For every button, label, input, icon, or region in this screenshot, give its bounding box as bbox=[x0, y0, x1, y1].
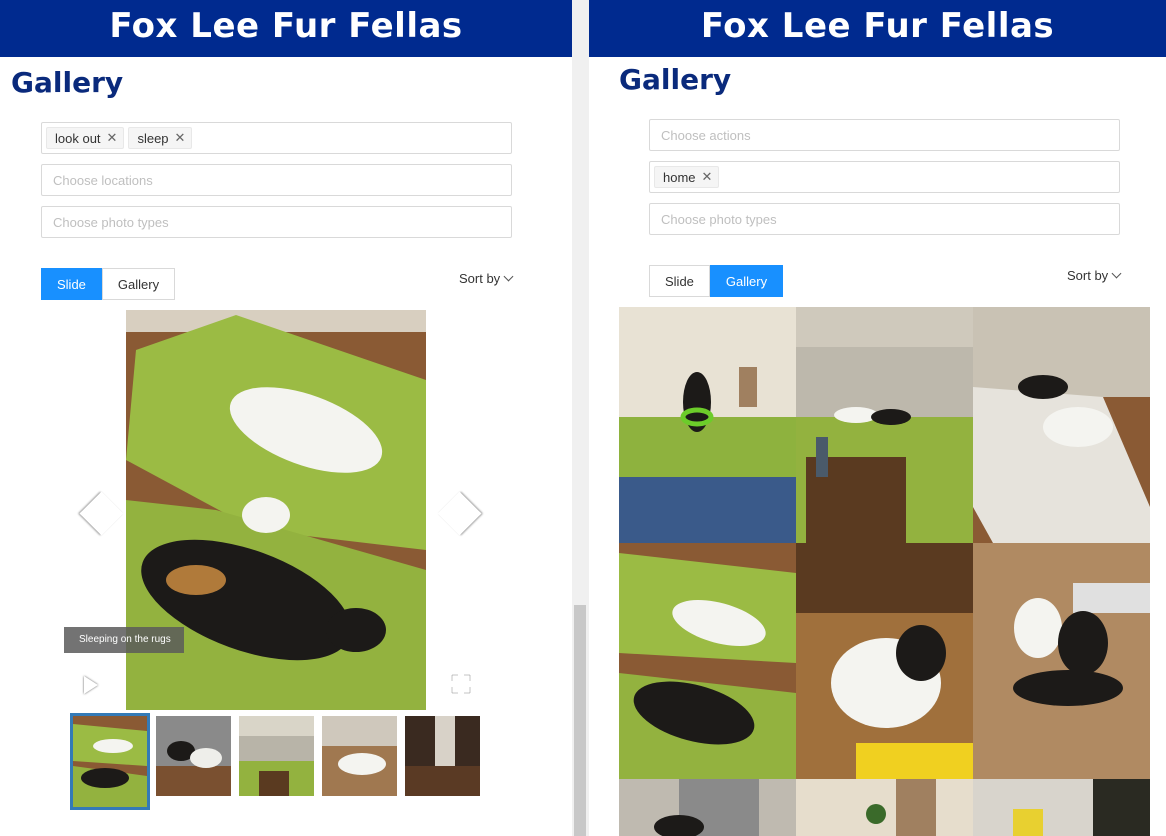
locations-placeholder: Choose locations bbox=[53, 172, 153, 188]
gallery-photo[interactable] bbox=[973, 307, 1150, 543]
chevron-down-icon bbox=[1111, 268, 1122, 279]
locations-select[interactable]: Choose locations bbox=[41, 164, 512, 196]
gallery-view-button[interactable]: Gallery bbox=[101, 268, 176, 300]
slide-view-button[interactable]: Slide bbox=[649, 265, 710, 297]
gallery-photo[interactable] bbox=[973, 543, 1150, 779]
actions-select[interactable]: Choose actions bbox=[649, 119, 1120, 151]
gallery-photo[interactable] bbox=[619, 543, 796, 779]
app-title: Fox Lee Fur Fellas bbox=[700, 6, 1055, 46]
gallery-photo-image bbox=[796, 779, 973, 836]
close-icon[interactable]: ✕ bbox=[702, 169, 713, 185]
scrollbar-thumb[interactable] bbox=[574, 605, 586, 836]
gallery-photo-image bbox=[973, 307, 1150, 543]
actions-select[interactable]: look out ✕ sleep ✕ bbox=[41, 122, 512, 154]
photo-types-select[interactable]: Choose photo types bbox=[41, 206, 512, 238]
gallery-photo-image bbox=[619, 543, 796, 779]
thumbnail-3[interactable] bbox=[239, 716, 314, 796]
tag-label: look out bbox=[55, 130, 101, 146]
view-toggle: Slide Gallery bbox=[41, 268, 176, 300]
gallery-view-button[interactable]: Gallery bbox=[709, 265, 784, 297]
fullscreen-icon[interactable] bbox=[451, 674, 471, 694]
photo-types-select[interactable]: Choose photo types bbox=[649, 203, 1120, 235]
gallery-photo[interactable] bbox=[796, 307, 973, 543]
page-title: Gallery bbox=[619, 63, 732, 96]
slide-caption: Sleeping on the rugs bbox=[64, 627, 184, 653]
left-pane: Fox Lee Fur Fellas Gallery look out ✕ sle… bbox=[0, 0, 572, 836]
tag-sleep: sleep ✕ bbox=[128, 127, 193, 149]
actions-placeholder: Choose actions bbox=[661, 127, 751, 143]
gallery-photo[interactable] bbox=[796, 779, 973, 836]
sort-by-button[interactable]: Sort by bbox=[1067, 268, 1122, 283]
gallery-photo-image bbox=[796, 307, 973, 543]
close-icon[interactable]: ✕ bbox=[107, 130, 118, 146]
photo-types-placeholder: Choose photo types bbox=[53, 214, 169, 230]
app-title: Fox Lee Fur Fellas bbox=[109, 6, 463, 46]
tag-label: sleep bbox=[137, 130, 169, 146]
gallery-photo-image bbox=[796, 543, 973, 779]
thumbnail-photo bbox=[322, 716, 397, 796]
gallery-photo[interactable] bbox=[796, 543, 973, 779]
play-icon[interactable] bbox=[84, 676, 98, 694]
gallery-photo-image bbox=[619, 307, 796, 543]
gallery-photo[interactable] bbox=[973, 779, 1150, 836]
thumbnail-1[interactable] bbox=[70, 713, 150, 810]
right-pane: Fox Lee Fur Fellas Gallery Choose action… bbox=[589, 0, 1166, 836]
gallery-photo[interactable] bbox=[619, 307, 796, 543]
gallery-photo-image bbox=[619, 779, 796, 836]
view-toggle: Slide Gallery bbox=[649, 265, 784, 297]
locations-select[interactable]: home ✕ bbox=[649, 161, 1120, 193]
slide-view-button[interactable]: Slide bbox=[41, 268, 102, 300]
gallery-photo[interactable] bbox=[619, 779, 796, 836]
chevron-left-icon[interactable] bbox=[79, 491, 124, 536]
tag-label: home bbox=[663, 169, 696, 185]
thumbnail-photo bbox=[73, 716, 147, 807]
chevron-right-icon[interactable] bbox=[437, 491, 482, 536]
thumbnail-photo bbox=[405, 716, 480, 796]
thumbnail-4[interactable] bbox=[322, 716, 397, 796]
chevron-down-icon bbox=[503, 271, 514, 282]
thumbnail-2[interactable] bbox=[156, 716, 231, 796]
sort-by-button[interactable]: Sort by bbox=[459, 271, 514, 286]
close-icon[interactable]: ✕ bbox=[175, 130, 186, 146]
sort-by-label: Sort by bbox=[1067, 268, 1109, 283]
page-title: Gallery bbox=[11, 66, 124, 99]
gallery-photo-image bbox=[973, 779, 1150, 836]
app-header: Fox Lee Fur Fellas bbox=[589, 0, 1166, 57]
thumbnail-photo bbox=[156, 716, 231, 796]
tag-look-out: look out ✕ bbox=[46, 127, 125, 149]
sort-by-label: Sort by bbox=[459, 271, 501, 286]
thumbnail-photo bbox=[239, 716, 314, 796]
gallery-photo-image bbox=[973, 543, 1150, 779]
tag-home: home ✕ bbox=[654, 166, 720, 188]
app-header: Fox Lee Fur Fellas bbox=[0, 0, 572, 57]
thumbnail-5[interactable] bbox=[405, 716, 480, 796]
photo-types-placeholder: Choose photo types bbox=[661, 211, 777, 227]
